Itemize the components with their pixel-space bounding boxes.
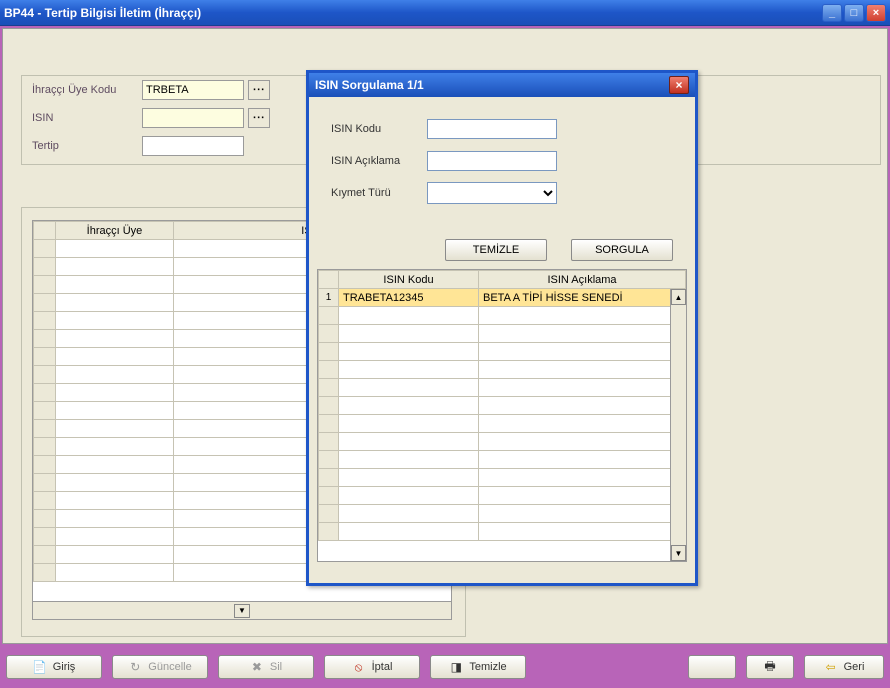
isin-sorgulama-dialog: ISIN Sorgulama 1/1 × ISIN Kodu ISIN Açık…: [306, 70, 698, 586]
window-title: BP44 - Tertip Bilgisi İletim (İhraççı): [4, 6, 820, 20]
scroll-down-button[interactable]: ▼: [234, 604, 250, 618]
geri-button[interactable]: ⇦ Geri: [804, 655, 884, 679]
row-number: 1: [319, 289, 339, 307]
ellipsis-icon: ∙∙∙: [253, 112, 265, 124]
temizle-label: Temizle: [469, 661, 506, 673]
dialog-results-grid[interactable]: ISIN Kodu ISIN Açıklama 1 TRABETA12345 B…: [317, 269, 687, 562]
dlg-temizle-button[interactable]: TEMİZLE: [445, 239, 547, 261]
main-window: BP44 - Tertip Bilgisi İletim (İhraççı) _…: [0, 0, 890, 688]
dlg-sorgula-button[interactable]: SORGULA: [571, 239, 673, 261]
dlg-temizle-label: TEMİZLE: [473, 244, 519, 256]
isin-input[interactable]: [142, 108, 244, 128]
dlg-col-isin-kodu[interactable]: ISIN Kodu: [339, 271, 479, 289]
dlg-isin-kodu-input[interactable]: [427, 119, 557, 139]
scroll-up-button[interactable]: ▲: [671, 289, 686, 305]
cell-isin: TRABETA12345: [339, 289, 479, 307]
cell-aciklama: BETA A TİPİ HİSSE SENEDİ: [479, 289, 686, 307]
iptal-label: İptal: [372, 661, 393, 673]
dialog-body: ISIN Kodu ISIN Açıklama Kıymet Türü: [309, 97, 695, 219]
refresh-icon: ↻: [128, 660, 142, 674]
maximize-button[interactable]: □: [844, 4, 864, 22]
minimize-button[interactable]: _: [822, 4, 842, 22]
guncelle-button[interactable]: ↻ Güncelle: [112, 655, 208, 679]
eraser-icon: ◨: [449, 660, 463, 674]
table-row[interactable]: 1 TRABETA12345 BETA A TİPİ HİSSE SENEDİ: [319, 289, 686, 307]
dialog-title: ISIN Sorgulama 1/1: [315, 78, 424, 92]
titlebar: BP44 - Tertip Bilgisi İletim (İhraççı) _…: [0, 0, 890, 26]
iptal-button[interactable]: ⦸ İptal: [324, 655, 420, 679]
dlg-grid-corner: [319, 271, 339, 289]
grid-corner: [34, 222, 56, 240]
tertip-input[interactable]: [142, 136, 244, 156]
printer-icon: 🖶: [763, 660, 777, 674]
document-icon: 📄: [33, 660, 47, 674]
ellipsis-icon: ∙∙∙: [253, 84, 265, 96]
ihracci-uye-kodu-input[interactable]: [142, 80, 244, 100]
giris-label: Giriş: [53, 661, 76, 673]
scroll-down-button[interactable]: ▼: [671, 545, 686, 561]
sil-label: Sil: [270, 661, 282, 673]
dlg-sorgula-label: SORGULA: [595, 244, 649, 256]
back-arrow-icon: ⇦: [824, 660, 838, 674]
cancel-icon: ⦸: [352, 660, 366, 674]
col-ihracci-uye[interactable]: İhraççı Üye: [56, 222, 174, 240]
temizle-button[interactable]: ◨ Temizle: [430, 655, 526, 679]
dlg-isin-aciklama-input[interactable]: [427, 151, 557, 171]
geri-label: Geri: [844, 661, 865, 673]
dialog-close-button[interactable]: ×: [669, 76, 689, 94]
delete-icon: ✖: [250, 660, 264, 674]
dlg-kiymet-turu-label: Kıymet Türü: [331, 187, 427, 199]
bottom-toolbar: 📄 Giriş ↻ Güncelle ✖ Sil ⦸ İptal ◨ Temiz…: [0, 646, 890, 688]
isin-label: ISIN: [22, 112, 142, 124]
guncelle-label: Güncelle: [148, 661, 191, 673]
dlg-isin-aciklama-label: ISIN Açıklama: [331, 155, 427, 167]
ihracci-uye-kodu-label: İhraççı Üye Kodu: [22, 84, 142, 96]
ihracci-uye-kodu-lookup-button[interactable]: ∙∙∙: [248, 80, 270, 100]
dlg-kiymet-turu-select[interactable]: [427, 182, 557, 204]
giris-button[interactable]: 📄 Giriş: [6, 655, 102, 679]
grid-scroll-footer: ▼: [33, 601, 451, 619]
isin-lookup-button[interactable]: ∙∙∙: [248, 108, 270, 128]
print-button[interactable]: 🖶: [746, 655, 794, 679]
dlg-col-isin-aciklama[interactable]: ISIN Açıklama: [479, 271, 686, 289]
tertip-label: Tertip: [22, 140, 142, 152]
dlg-vertical-scrollbar[interactable]: ▲ ▼: [670, 289, 686, 561]
close-button[interactable]: ×: [866, 4, 886, 22]
dlg-isin-kodu-label: ISIN Kodu: [331, 123, 427, 135]
dialog-titlebar: ISIN Sorgulama 1/1 ×: [309, 73, 695, 97]
sil-button[interactable]: ✖ Sil: [218, 655, 314, 679]
blank-button[interactable]: [688, 655, 736, 679]
